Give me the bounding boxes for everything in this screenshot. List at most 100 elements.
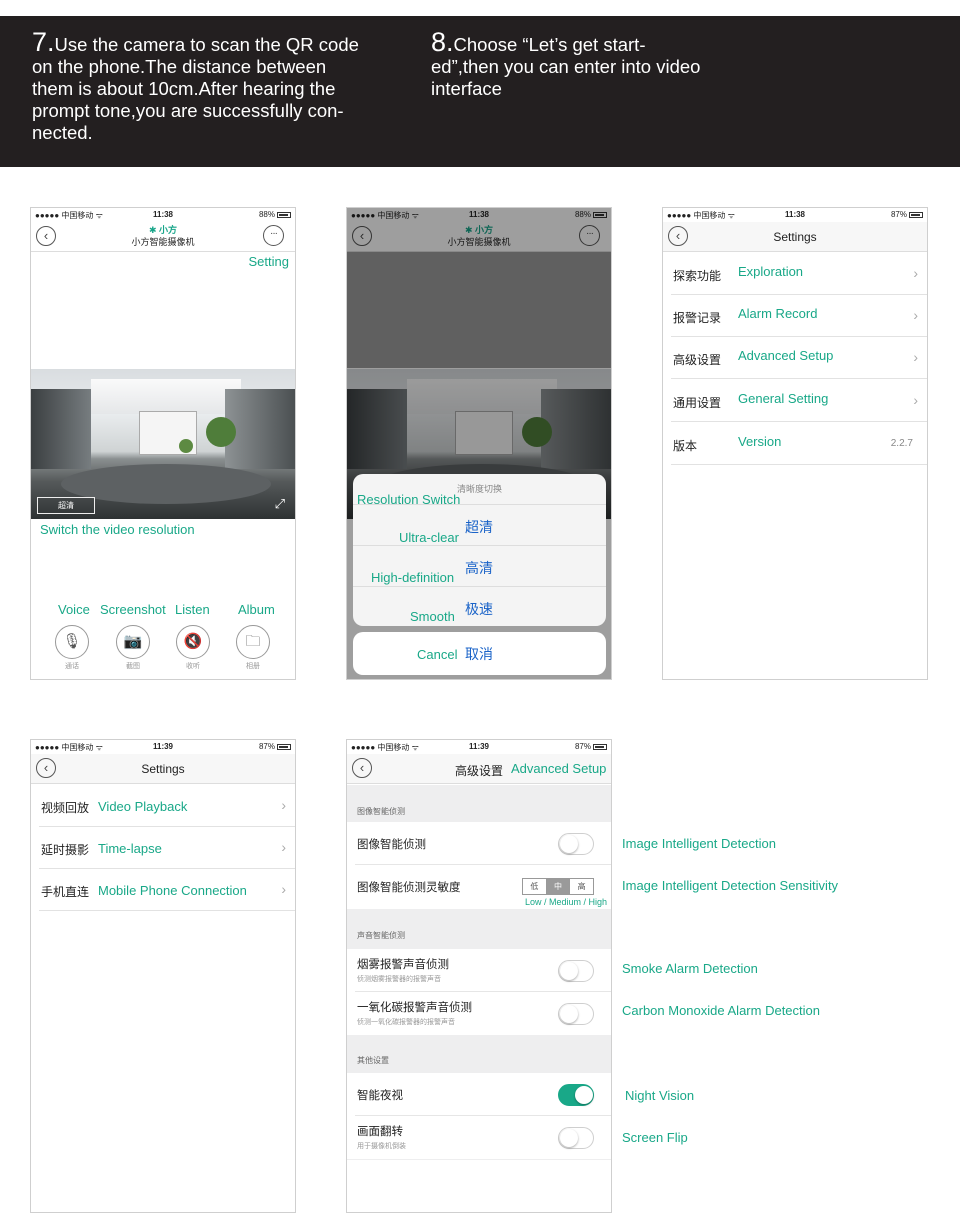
toggle-knob bbox=[560, 835, 578, 853]
section-other-settings: 其他设置 bbox=[347, 1048, 611, 1068]
step-8-instruction: 8.Choose “Let’s get start-ed”,then you c… bbox=[431, 29, 701, 100]
annotation-night-vision: Night Vision bbox=[625, 1088, 695, 1103]
battery-percent: 87% bbox=[258, 742, 275, 751]
item-label: 高级设置 bbox=[673, 353, 722, 367]
settings-item-general-setting[interactable]: 通用设置 General Setting › bbox=[663, 380, 927, 422]
toggle-knob bbox=[560, 1005, 578, 1023]
section-image-detection: 图像智能侦测 bbox=[347, 799, 611, 819]
image-detection-label: 图像智能侦测 bbox=[357, 839, 426, 851]
toggle-knob bbox=[560, 1129, 578, 1147]
status-bar: ●●●●● 中国移动 ᯤ 11:39 87% bbox=[31, 740, 295, 754]
listen-annotation: Listen bbox=[175, 602, 210, 617]
nav-bar: ‹ Settings bbox=[663, 222, 927, 252]
video-ceiling-light bbox=[91, 379, 241, 414]
camera-icon[interactable]: 📷 bbox=[116, 625, 150, 659]
settings-item-mobile-phone-connection[interactable]: 手机直连 Mobile Phone Connection › bbox=[31, 869, 295, 911]
chevron-right-icon: › bbox=[913, 392, 918, 408]
option-annotation: Ultra-clear bbox=[399, 530, 459, 545]
annotation-sensitivity: Image Intelligent Detection Sensitivity bbox=[622, 878, 839, 893]
sensitivity-low[interactable]: 低 bbox=[523, 879, 547, 894]
voice-caption: 通话 bbox=[65, 663, 79, 670]
item-label: 报警记录 bbox=[673, 311, 722, 325]
settings-item-video-playback[interactable]: 视频回放 Video Playback › bbox=[31, 785, 295, 827]
back-icon[interactable]: ‹ bbox=[352, 758, 372, 778]
phone-screen-video: ●●●●● 中国移动 ᯤ 11:38 88% ‹ ✱ 小方 小方智能摄像机 ··… bbox=[30, 207, 296, 680]
fullscreen-icon[interactable]: ⤢ bbox=[275, 497, 285, 511]
settings-item-time-lapse[interactable]: 延时摄影 Time-lapse › bbox=[31, 827, 295, 869]
nav-bar: ‹ Settings bbox=[31, 754, 295, 784]
co-detection-label: 一氧化碳报警声音侦测 bbox=[357, 1002, 472, 1014]
speaker-mute-icon[interactable]: 🔇 bbox=[176, 625, 210, 659]
annotation-screen-flip: Screen Flip bbox=[622, 1130, 688, 1145]
camera-video-feed[interactable]: 超清 ⤢ bbox=[31, 369, 295, 519]
row-smoke-detection: 烟雾报警声音侦测 侦测烟雾报警器的报警声音 bbox=[347, 949, 611, 992]
sensitivity-segmented-control: 低 中 高 bbox=[522, 878, 594, 895]
status-bar: ●●●●● 中国移动 ᯤ 11:39 87% bbox=[347, 740, 611, 754]
option-high-definition[interactable]: 高清 High-definition bbox=[353, 547, 606, 587]
sensitivity-medium[interactable]: 中 bbox=[546, 879, 571, 894]
option-label: 极速 bbox=[465, 601, 493, 617]
page-title: Settings bbox=[141, 762, 185, 776]
annotation-smoke: Smoke Alarm Detection bbox=[622, 961, 758, 976]
chevron-right-icon: › bbox=[913, 307, 918, 323]
settings-item-exploration[interactable]: 探索功能 Exploration › bbox=[663, 253, 927, 295]
step-7-number: 7. bbox=[32, 27, 55, 57]
listen-caption: 收听 bbox=[186, 663, 200, 670]
settings-item-advanced-setup[interactable]: 高级设置 Advanced Setup › bbox=[663, 337, 927, 379]
annotation-co: Carbon Monoxide Alarm Detection bbox=[622, 1003, 820, 1018]
smoke-detection-label: 烟雾报警声音侦测 bbox=[357, 959, 449, 971]
resolution-button[interactable]: 超清 bbox=[37, 497, 95, 514]
clock: 11:39 bbox=[468, 742, 490, 751]
row-screen-flip: 画面翻转 用于摄像机倒装 bbox=[347, 1116, 611, 1159]
night-vision-toggle[interactable] bbox=[558, 1084, 594, 1106]
battery-icon bbox=[593, 744, 607, 750]
image-detection-toggle[interactable] bbox=[558, 833, 594, 855]
item-label: 探索功能 bbox=[673, 269, 722, 283]
battery-percent: 87% bbox=[574, 742, 591, 751]
microphone-icon[interactable]: 🎙 bbox=[55, 625, 89, 659]
item-label: 通用设置 bbox=[673, 396, 722, 410]
smoke-detection-toggle[interactable] bbox=[558, 960, 594, 982]
option-ultra-clear[interactable]: 超清 Ultra-clear bbox=[353, 506, 606, 546]
item-annotation: Version bbox=[738, 434, 782, 449]
option-smooth[interactable]: 极速 Smooth bbox=[353, 588, 606, 628]
nav-title: ✱ 小方 小方智能摄像机 bbox=[31, 224, 295, 248]
toggle-knob bbox=[575, 1086, 593, 1104]
phone-screen-settings: ●●●●● 中国移动 ᯤ 11:38 87% ‹ Settings 探索功能 E… bbox=[662, 207, 928, 680]
chevron-right-icon: › bbox=[281, 881, 286, 897]
cancel-button[interactable]: Cancel 取消 bbox=[353, 632, 606, 675]
sensitivity-annotation: Low / Medium / High bbox=[524, 897, 607, 907]
chevron-right-icon: › bbox=[281, 839, 286, 855]
battery-icon bbox=[277, 744, 291, 750]
sensitivity-high[interactable]: 高 bbox=[570, 879, 593, 894]
phone-screen-advanced-setup: ●●●●● 中国移动 ᯤ 11:39 87% ‹ 高级设置 Advanced S… bbox=[346, 739, 612, 1213]
video-window-left bbox=[31, 389, 91, 469]
settings-item-alarm-record[interactable]: 报警记录 Alarm Record › bbox=[663, 295, 927, 337]
video-plant bbox=[206, 417, 236, 447]
settings-item-version: 版本 Version 2.2.7 bbox=[663, 423, 927, 465]
co-detection-desc: 侦测一氧化碳报警器的报警声音 bbox=[357, 1019, 455, 1026]
step-8-number: 8. bbox=[431, 27, 454, 57]
more-icon[interactable]: ··· bbox=[263, 225, 284, 246]
folder-icon[interactable]: 🗀 bbox=[236, 625, 270, 659]
version-value: 2.2.7 bbox=[890, 438, 913, 449]
resolution-switch-annotation: Resolution Switch bbox=[357, 492, 461, 507]
item-label: 视频回放 bbox=[41, 801, 90, 815]
sensitivity-label: 图像智能侦测灵敏度 bbox=[357, 882, 461, 894]
page-title: 高级设置 bbox=[455, 764, 504, 778]
chevron-right-icon: › bbox=[913, 265, 918, 281]
item-label: 延时摄影 bbox=[41, 843, 90, 857]
battery-percent: 87% bbox=[890, 210, 907, 219]
screen-flip-toggle[interactable] bbox=[558, 1127, 594, 1149]
step-7-instruction: 7.Use the camera to scan the QR code on … bbox=[32, 29, 362, 144]
clock: 11:38 bbox=[784, 210, 806, 219]
nav-bar: ‹ 高级设置 Advanced Setup bbox=[347, 754, 611, 784]
annotation-image-detection: Image Intelligent Detection bbox=[622, 836, 776, 851]
chevron-right-icon: › bbox=[913, 349, 918, 365]
item-annotation: Alarm Record bbox=[738, 306, 818, 321]
row-divider bbox=[671, 378, 927, 379]
phone-screen-settings-more: ●●●●● 中国移动 ᯤ 11:39 87% ‹ Settings 视频回放 V… bbox=[30, 739, 296, 1213]
clock: 11:39 bbox=[152, 742, 174, 751]
co-detection-toggle[interactable] bbox=[558, 1003, 594, 1025]
item-label: 手机直连 bbox=[41, 885, 90, 899]
